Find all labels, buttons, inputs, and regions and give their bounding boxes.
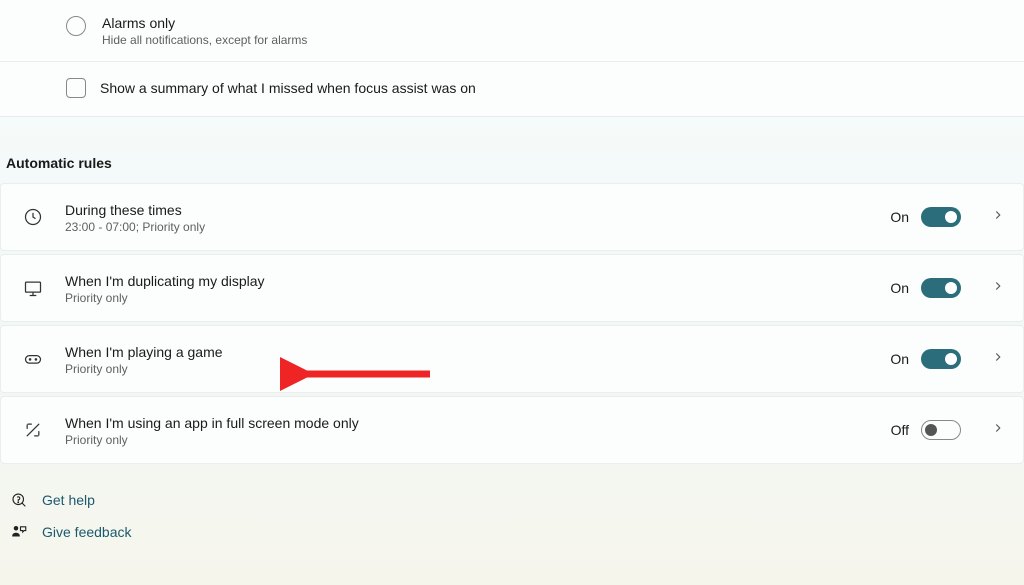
rule-title: When I'm using an app in full screen mod… (65, 414, 891, 432)
rule-duplicating-display[interactable]: When I'm duplicating my display Priority… (0, 254, 1024, 322)
rule-fullscreen-app[interactable]: When I'm using an app in full screen mod… (0, 396, 1024, 464)
rule-subtitle: 23:00 - 07:00; Priority only (65, 220, 890, 234)
radio-option-alarms-only[interactable]: Alarms only Hide all notifications, exce… (0, 0, 1024, 62)
clock-icon (23, 207, 43, 227)
feedback-icon (10, 523, 28, 541)
toggle-label: On (890, 280, 909, 296)
toggle-switch[interactable] (921, 420, 961, 440)
monitor-icon (23, 278, 43, 298)
rule-subtitle: Priority only (65, 362, 890, 376)
section-header-automatic-rules: Automatic rules (0, 117, 1024, 183)
chevron-right-icon (991, 421, 1005, 440)
help-icon (10, 491, 28, 509)
link-get-help[interactable]: Get help (10, 491, 1024, 509)
chevron-right-icon (991, 350, 1005, 369)
rule-text: When I'm using an app in full screen mod… (65, 414, 891, 447)
chevron-right-icon (991, 208, 1005, 227)
fullscreen-icon (23, 420, 43, 440)
link-label: Give feedback (42, 524, 132, 540)
link-label: Get help (42, 492, 95, 508)
toggle-label: On (890, 351, 909, 367)
radio-text: Alarms only Hide all notifications, exce… (102, 14, 307, 47)
rule-playing-game[interactable]: When I'm playing a game Priority only On (0, 325, 1024, 393)
chevron-right-icon (991, 279, 1005, 298)
radio-subtitle: Hide all notifications, except for alarm… (102, 33, 307, 47)
rule-during-times[interactable]: During these times 23:00 - 07:00; Priori… (0, 183, 1024, 251)
toggle-switch[interactable] (921, 278, 961, 298)
checkbox-label: Show a summary of what I missed when foc… (100, 80, 476, 96)
toggle-switch[interactable] (921, 207, 961, 227)
link-give-feedback[interactable]: Give feedback (10, 523, 1024, 541)
gamepad-icon (23, 349, 43, 369)
rule-text: When I'm playing a game Priority only (65, 343, 890, 376)
rule-title: When I'm playing a game (65, 343, 890, 361)
rule-text: During these times 23:00 - 07:00; Priori… (65, 201, 890, 234)
checkbox-summary[interactable]: Show a summary of what I missed when foc… (0, 62, 1024, 116)
rule-subtitle: Priority only (65, 291, 890, 305)
checkbox-icon (66, 78, 86, 98)
radio-title: Alarms only (102, 14, 307, 32)
rule-text: When I'm duplicating my display Priority… (65, 272, 890, 305)
toggle-label: Off (891, 422, 909, 438)
rule-title: When I'm duplicating my display (65, 272, 890, 290)
toggle-label: On (890, 209, 909, 225)
rule-title: During these times (65, 201, 890, 219)
toggle-switch[interactable] (921, 349, 961, 369)
radio-circle-icon (66, 16, 86, 36)
rule-subtitle: Priority only (65, 433, 891, 447)
